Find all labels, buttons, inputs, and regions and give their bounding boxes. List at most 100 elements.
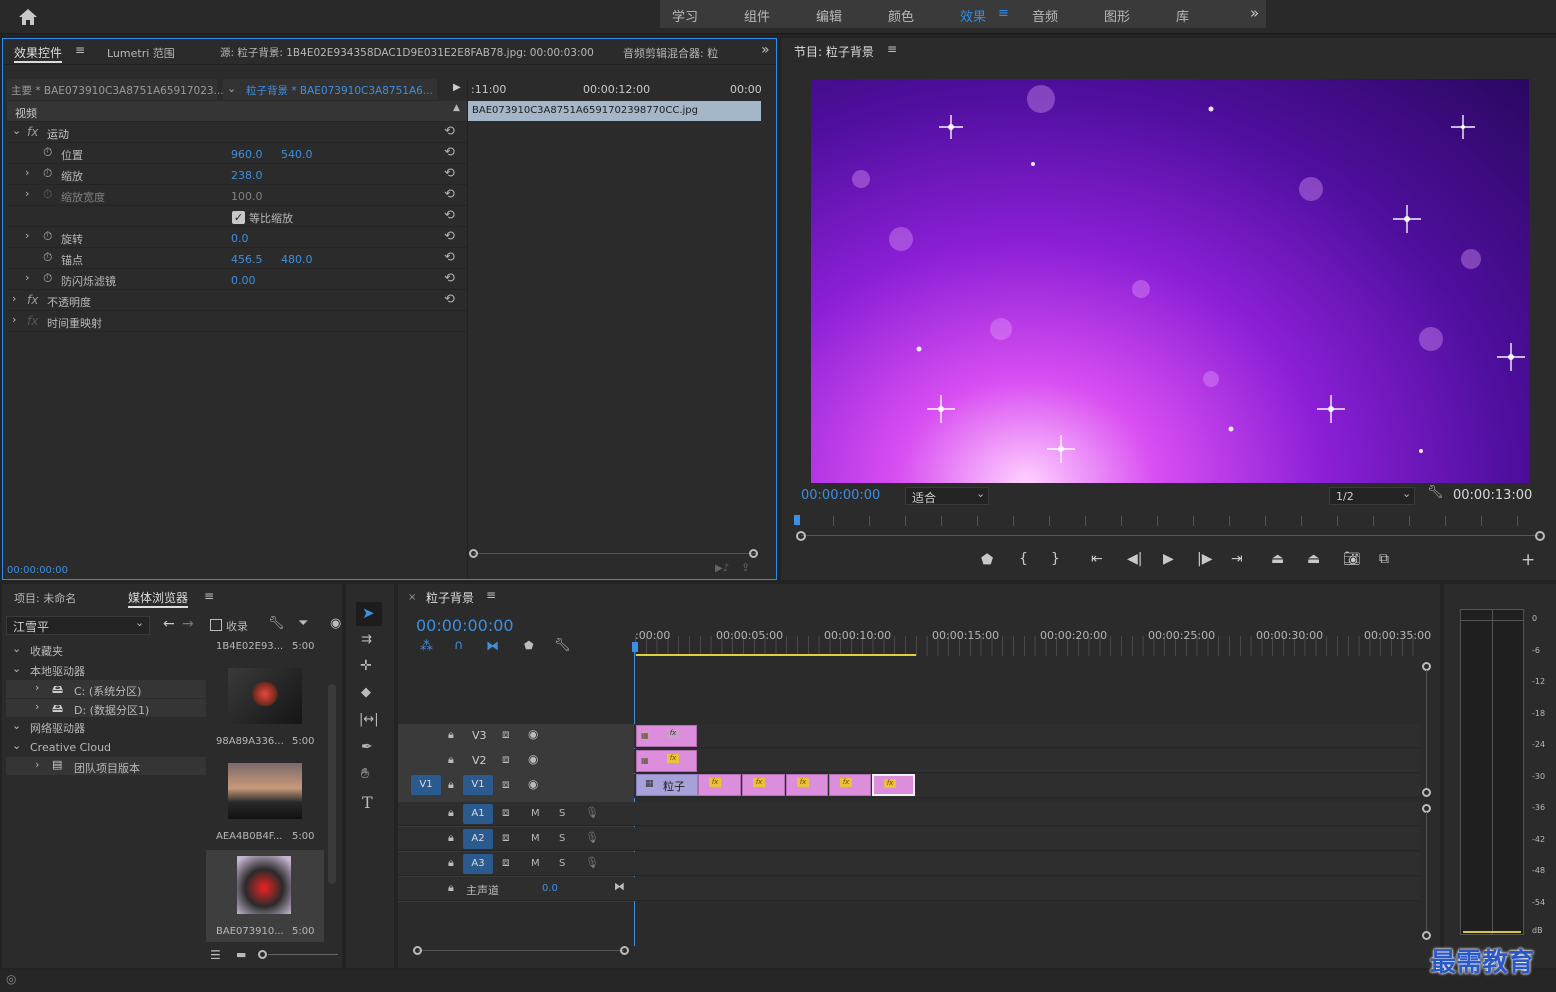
step-back-icon[interactable]: ◀| xyxy=(1127,551,1142,567)
sync-lock-icon[interactable]: ⧈ xyxy=(502,777,510,792)
chevron-down-icon[interactable]: ⌄ xyxy=(227,82,236,95)
stopwatch-icon[interactable]: ⏱ xyxy=(43,166,52,181)
program-timecode[interactable]: 00:00:00:00 xyxy=(801,488,880,503)
tree-team-projects[interactable]: 团队项目版本 xyxy=(74,760,140,776)
track-a3-label[interactable]: A3 xyxy=(463,854,493,874)
chevron-right-icon[interactable]: › xyxy=(35,700,39,713)
overflow-icon[interactable]: » xyxy=(761,42,770,58)
tree-local-drives[interactable]: 本地驱动器 xyxy=(30,663,85,679)
master-clip-label[interactable]: 主要 * BAE073910C3A8751A65917023... xyxy=(11,83,224,98)
wrench-icon[interactable]: 🔧︎ xyxy=(1427,485,1444,500)
mark-in-icon[interactable]: { xyxy=(1019,551,1028,567)
eye-icon[interactable]: ◉ xyxy=(528,727,538,741)
scroll-handle[interactable] xyxy=(1422,788,1431,797)
program-ruler[interactable] xyxy=(797,516,1537,526)
workspace-tab-libraries[interactable]: 库 xyxy=(1176,6,1189,25)
position-y-value[interactable]: 540.0 xyxy=(281,148,313,161)
close-icon[interactable]: × xyxy=(408,592,416,603)
sequence-clip-label[interactable]: 粒子背景 * BAE073910C3A8751A6... xyxy=(246,83,433,98)
thumb-name[interactable]: BAE073910... xyxy=(216,926,284,937)
caret-up-icon[interactable]: ▲ xyxy=(453,103,460,113)
thumb-bouquet-image[interactable] xyxy=(237,856,291,914)
zoom-handle[interactable] xyxy=(620,946,629,955)
chevron-right-icon[interactable]: › xyxy=(12,313,16,326)
go-to-end-icon[interactable]: ⧓ xyxy=(614,880,625,893)
solo-button[interactable]: S xyxy=(559,858,565,869)
thumb-flowers-image[interactable] xyxy=(228,668,302,724)
chevron-right-icon[interactable]: › xyxy=(25,187,29,200)
forward-arrow-icon[interactable]: → xyxy=(182,616,194,632)
play-icon[interactable]: ▶ xyxy=(1163,551,1174,567)
mute-button[interactable]: M xyxy=(531,858,540,869)
reset-icon[interactable]: ⟲ xyxy=(444,271,455,286)
location-dropdown[interactable]: 江雪平 ⌄ xyxy=(6,616,150,635)
pen-tool-icon[interactable]: ✒ xyxy=(361,739,373,755)
scale-value[interactable]: 238.0 xyxy=(231,169,263,182)
clip-v2[interactable]: ▦ fx xyxy=(636,750,697,772)
add-button-icon[interactable]: + xyxy=(1521,550,1535,570)
clip-v1-selected[interactable]: fx xyxy=(872,774,915,796)
chevron-right-icon[interactable]: › xyxy=(12,292,16,305)
sync-lock-icon[interactable]: ⧈ xyxy=(502,855,510,870)
anchor-y-value[interactable]: 480.0 xyxy=(281,253,313,266)
mute-button[interactable]: M xyxy=(531,833,540,844)
stopwatch-icon[interactable]: ⏱ xyxy=(43,229,52,244)
back-arrow-icon[interactable]: ← xyxy=(163,616,175,632)
eye-icon[interactable]: ◉ xyxy=(528,777,538,791)
lock-icon[interactable]: 🔒︎ xyxy=(448,753,454,767)
work-area-bar[interactable] xyxy=(636,654,916,656)
lock-icon[interactable]: 🔒︎ xyxy=(448,831,454,845)
step-forward-icon[interactable]: |▶ xyxy=(1197,551,1212,567)
track-v3-label[interactable]: V3 xyxy=(472,729,487,742)
chevron-down-icon[interactable]: ⌄ xyxy=(12,719,21,732)
tree-drive-c[interactable]: C: (系统分区) xyxy=(74,683,141,699)
mute-button[interactable]: M xyxy=(531,808,540,819)
nest-icon[interactable]: ⁂ xyxy=(420,639,433,654)
chevron-down-icon[interactable]: ⌄ xyxy=(12,124,21,137)
track-v1-label[interactable]: V1 xyxy=(463,775,493,795)
comparison-view-icon[interactable]: ⧉ xyxy=(1379,551,1389,567)
filter-icon[interactable]: ⏷ xyxy=(298,616,308,631)
hamburger-icon[interactable]: ≡ xyxy=(75,43,85,57)
list-view-icon[interactable]: ☰ xyxy=(210,948,221,962)
rotation-value[interactable]: 0.0 xyxy=(231,232,249,245)
tab-effect-controls[interactable]: 效果控件 xyxy=(14,44,63,63)
solo-button[interactable]: S xyxy=(559,833,565,844)
wrench-icon[interactable]: 🔧︎ xyxy=(554,638,571,653)
zoom-slider-handle[interactable] xyxy=(258,950,267,959)
lock-icon[interactable]: 🔒︎ xyxy=(448,778,454,792)
reset-icon[interactable]: ⟲ xyxy=(444,229,455,244)
play-icon[interactable]: ▶ xyxy=(453,82,461,93)
scroll-handle[interactable] xyxy=(1422,931,1431,940)
tree-network-drives[interactable]: 网络驱动器 xyxy=(30,720,85,736)
lock-icon[interactable]: 🔒︎ xyxy=(448,881,454,895)
tree-drive-d[interactable]: D: (数据分区1) xyxy=(74,702,149,718)
workspace-tab-learn[interactable]: 学习 xyxy=(672,6,698,25)
extract-icon[interactable]: ⏏ xyxy=(1307,551,1320,567)
zoom-handle[interactable] xyxy=(469,549,478,558)
chevron-down-icon[interactable]: ⌄ xyxy=(12,662,21,675)
workspace-tab-assembly[interactable]: 组件 xyxy=(744,6,770,25)
track-a1-label[interactable]: A1 xyxy=(463,804,493,824)
thumb-name[interactable]: AEA4B0B4F... xyxy=(216,831,283,842)
selection-tool-icon[interactable]: ➤ xyxy=(362,604,375,622)
reset-icon[interactable]: ⟲ xyxy=(444,124,455,139)
microphone-icon[interactable]: 🎙︎ xyxy=(585,856,599,869)
fit-dropdown[interactable]: 适合 ⌄ xyxy=(905,487,989,505)
reset-icon[interactable]: ⟲ xyxy=(444,208,455,223)
stopwatch-icon[interactable]: ⏱ xyxy=(43,250,52,265)
workspace-tab-effects[interactable]: 效果 xyxy=(960,6,986,25)
reset-icon[interactable]: ⟲ xyxy=(444,187,455,202)
eye-icon[interactable]: ◉ xyxy=(528,752,538,766)
workspace-tab-editing[interactable]: 编辑 xyxy=(816,6,842,25)
fx-icon[interactable]: fx xyxy=(27,293,38,307)
wrench-icon[interactable]: 🔧︎ xyxy=(268,616,285,631)
microphone-icon[interactable]: 🎙︎ xyxy=(585,806,599,819)
sync-lock-icon[interactable]: ⧈ xyxy=(502,830,510,845)
scrollbar[interactable] xyxy=(328,684,336,884)
lift-icon[interactable]: ⏏ xyxy=(1271,551,1284,567)
status-icon[interactable]: ◎ xyxy=(6,972,16,986)
reset-icon[interactable]: ⟲ xyxy=(444,292,455,307)
go-to-out-icon[interactable]: ⇥ xyxy=(1231,551,1243,567)
slip-tool-icon[interactable]: |↔| xyxy=(359,712,379,727)
